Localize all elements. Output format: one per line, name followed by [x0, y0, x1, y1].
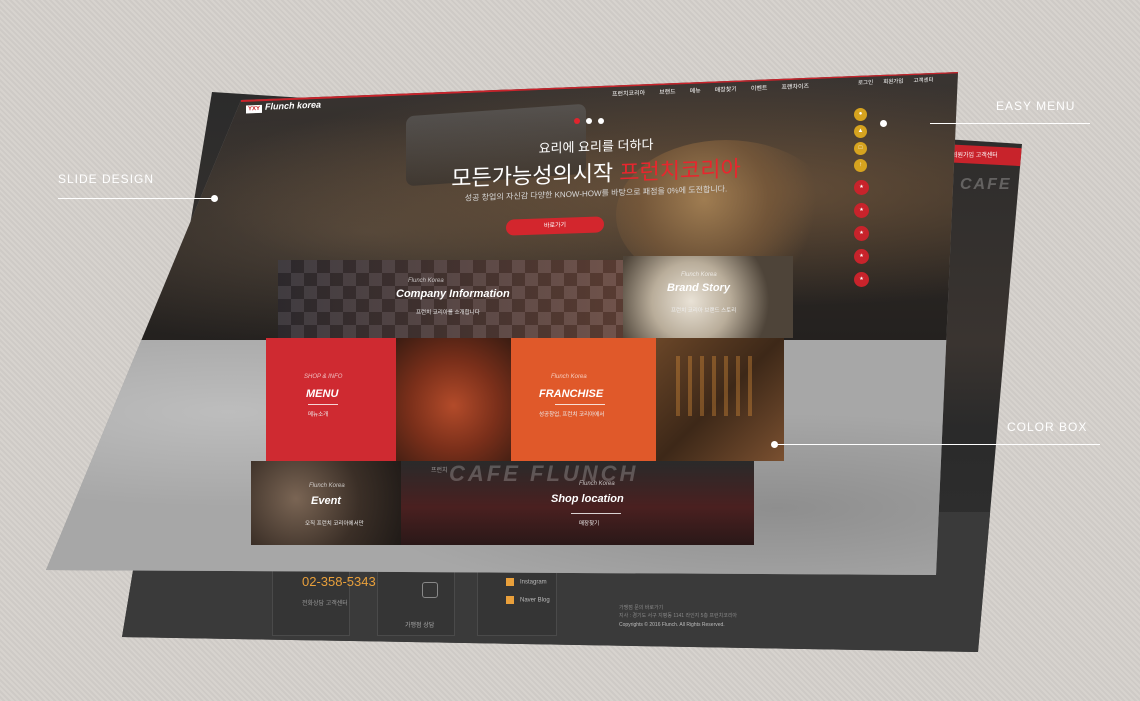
- footer-instagram-link[interactable]: Instagram: [506, 578, 547, 586]
- hero-title-highlight: 프런치코리아: [619, 155, 741, 186]
- nav-item-stores[interactable]: 매장찾기: [715, 84, 737, 94]
- footer-phone: 02-358-5343: [302, 574, 376, 589]
- brand-logo-icon-2[interactable]: ★: [854, 203, 869, 218]
- tile-shop-location[interactable]: CAFE FLUNCH 프런치 Flunch Korea Shop locati…: [401, 461, 754, 545]
- arrow-up-icon[interactable]: ↑: [854, 159, 867, 172]
- calendar-icon[interactable]: □: [854, 142, 867, 155]
- annotation-line-color: [775, 444, 1100, 445]
- consult-icon: [422, 582, 438, 598]
- tile-kicker: Flunch Korea: [681, 272, 717, 278]
- tile-description: 프런치 코리아를 소개합니다: [416, 310, 480, 316]
- footer-phone-label: 전화상담 고객센터: [302, 601, 348, 607]
- tile-underline: [571, 513, 621, 514]
- back-util-menu[interactable]: 회원가입 고객센터: [952, 150, 998, 159]
- nav-item-menu[interactable]: 메뉴: [690, 85, 701, 94]
- tile-food-image: [396, 338, 511, 461]
- tile-underline: [555, 404, 605, 405]
- brand-logo-icon-4[interactable]: ★: [854, 249, 869, 264]
- brand-logo-icon-5[interactable]: ★: [854, 272, 869, 287]
- signup-link[interactable]: 회원가입: [883, 77, 903, 86]
- hero-title-main: 모든가능성의시작: [451, 160, 614, 192]
- back-cafe-text: CAFE: [960, 176, 1012, 193]
- tile-underline: [308, 404, 338, 405]
- tile-menu[interactable]: SHOP & INFO MENU 메뉴소개: [266, 338, 396, 461]
- front-page-mockup: YXY Flunch korea 프런치코리아 브랜드 메뉴 매장찾기 이벤트 프…: [46, 72, 958, 575]
- tile-title: Company Information: [396, 288, 510, 300]
- instagram-icon: [506, 578, 514, 586]
- blog-icon: [506, 596, 514, 604]
- tile-event[interactable]: Flunch Korea Event 오직 프런치 코리아에서만: [251, 461, 401, 545]
- tile-kicker: Flunch Korea: [551, 374, 587, 380]
- tile-description: 성공창업, 프런치 코리아에서: [539, 412, 605, 418]
- annotation-dot-color: [771, 441, 778, 448]
- annotation-slide-design: SLIDE DESIGN: [58, 172, 155, 186]
- tile-company-information[interactable]: Flunch Korea Company Information 프런치 코리아…: [278, 260, 623, 338]
- footer-address: 가맹점 문의 바로가기 지사 : 경기도 서구 지평동 1141 라인지 5층 …: [619, 605, 738, 619]
- logo-mark: YXY: [246, 104, 263, 114]
- tile-interior-image: [656, 338, 784, 461]
- mockup-stage: 회원가입 고객센터 CAFE 02-358-5343 전화상담 고객센터 가맹점…: [0, 0, 1140, 701]
- tile-kicker: Flunch Korea: [408, 278, 444, 284]
- slide-dot-3[interactable]: [598, 118, 604, 124]
- tile-mini-label: 프런치: [431, 468, 448, 474]
- tile-description: 메뉴소개: [308, 412, 329, 418]
- cart-icon[interactable]: ▲: [854, 125, 867, 138]
- tile-description: 매장찾기: [579, 521, 600, 527]
- footer-copyright: Copyrights © 2016 Flunch. All Rights Res…: [619, 622, 725, 628]
- footer-blog-link[interactable]: Naver Blog: [506, 596, 550, 604]
- tile-brand-story[interactable]: Flunch Korea Brand Story 프런치 코리아 브랜드 스토리: [623, 256, 793, 338]
- annotation-color-box: COLOR BOX: [1007, 420, 1088, 434]
- tile-title: FRANCHISE: [539, 388, 604, 400]
- tile-description: 오직 프런치 코리아에서만: [305, 521, 364, 527]
- lock-icon[interactable]: ●: [854, 108, 867, 121]
- annotation-dot-easy: [880, 120, 887, 127]
- nav-item-brand[interactable]: 브랜드: [659, 86, 676, 96]
- tile-title: Event: [311, 495, 341, 507]
- brand-logo-icon-1[interactable]: ★: [854, 180, 869, 195]
- hero-cta-button[interactable]: 바로가기: [506, 216, 604, 236]
- slide-dot-1[interactable]: [574, 118, 580, 124]
- tile-description: 프런치 코리아 브랜드 스토리: [671, 308, 737, 314]
- annotation-easy-menu: EASY MENU: [996, 99, 1076, 113]
- tile-title: Brand Story: [667, 282, 730, 294]
- slide-dot-2[interactable]: [586, 118, 592, 124]
- tile-kicker: Flunch Korea: [579, 481, 615, 487]
- footer-consult-label[interactable]: 가맹점 상담: [405, 620, 434, 629]
- tile-title: MENU: [306, 388, 339, 400]
- logo-text: Flunch korea: [265, 99, 322, 112]
- tile-franchise[interactable]: Flunch Korea FRANCHISE 성공창업, 프런치 코리아에서: [511, 338, 656, 461]
- annotation-dot-slide: [211, 195, 218, 202]
- slide-pagination: [574, 118, 604, 124]
- nav-item-franchise[interactable]: 프랜차이즈: [781, 81, 809, 91]
- annotation-line-slide: [58, 198, 214, 199]
- annotation-line-easy: [930, 123, 1090, 124]
- login-link[interactable]: 로그인: [858, 78, 873, 87]
- support-link[interactable]: 고객센터: [913, 75, 933, 84]
- tile-kicker: Flunch Korea: [309, 483, 345, 489]
- tile-title: Shop location: [551, 493, 624, 505]
- tile-kicker: SHOP & INFO: [304, 374, 343, 380]
- nav-item-event[interactable]: 이벤트: [751, 83, 768, 93]
- brand-logo-icon-3[interactable]: ★: [854, 226, 869, 241]
- nav-item-about[interactable]: 프런치코리아: [612, 88, 645, 98]
- easy-menu: ● ▲ □ ↑ ★ ★ ★ ★ ★: [854, 108, 869, 287]
